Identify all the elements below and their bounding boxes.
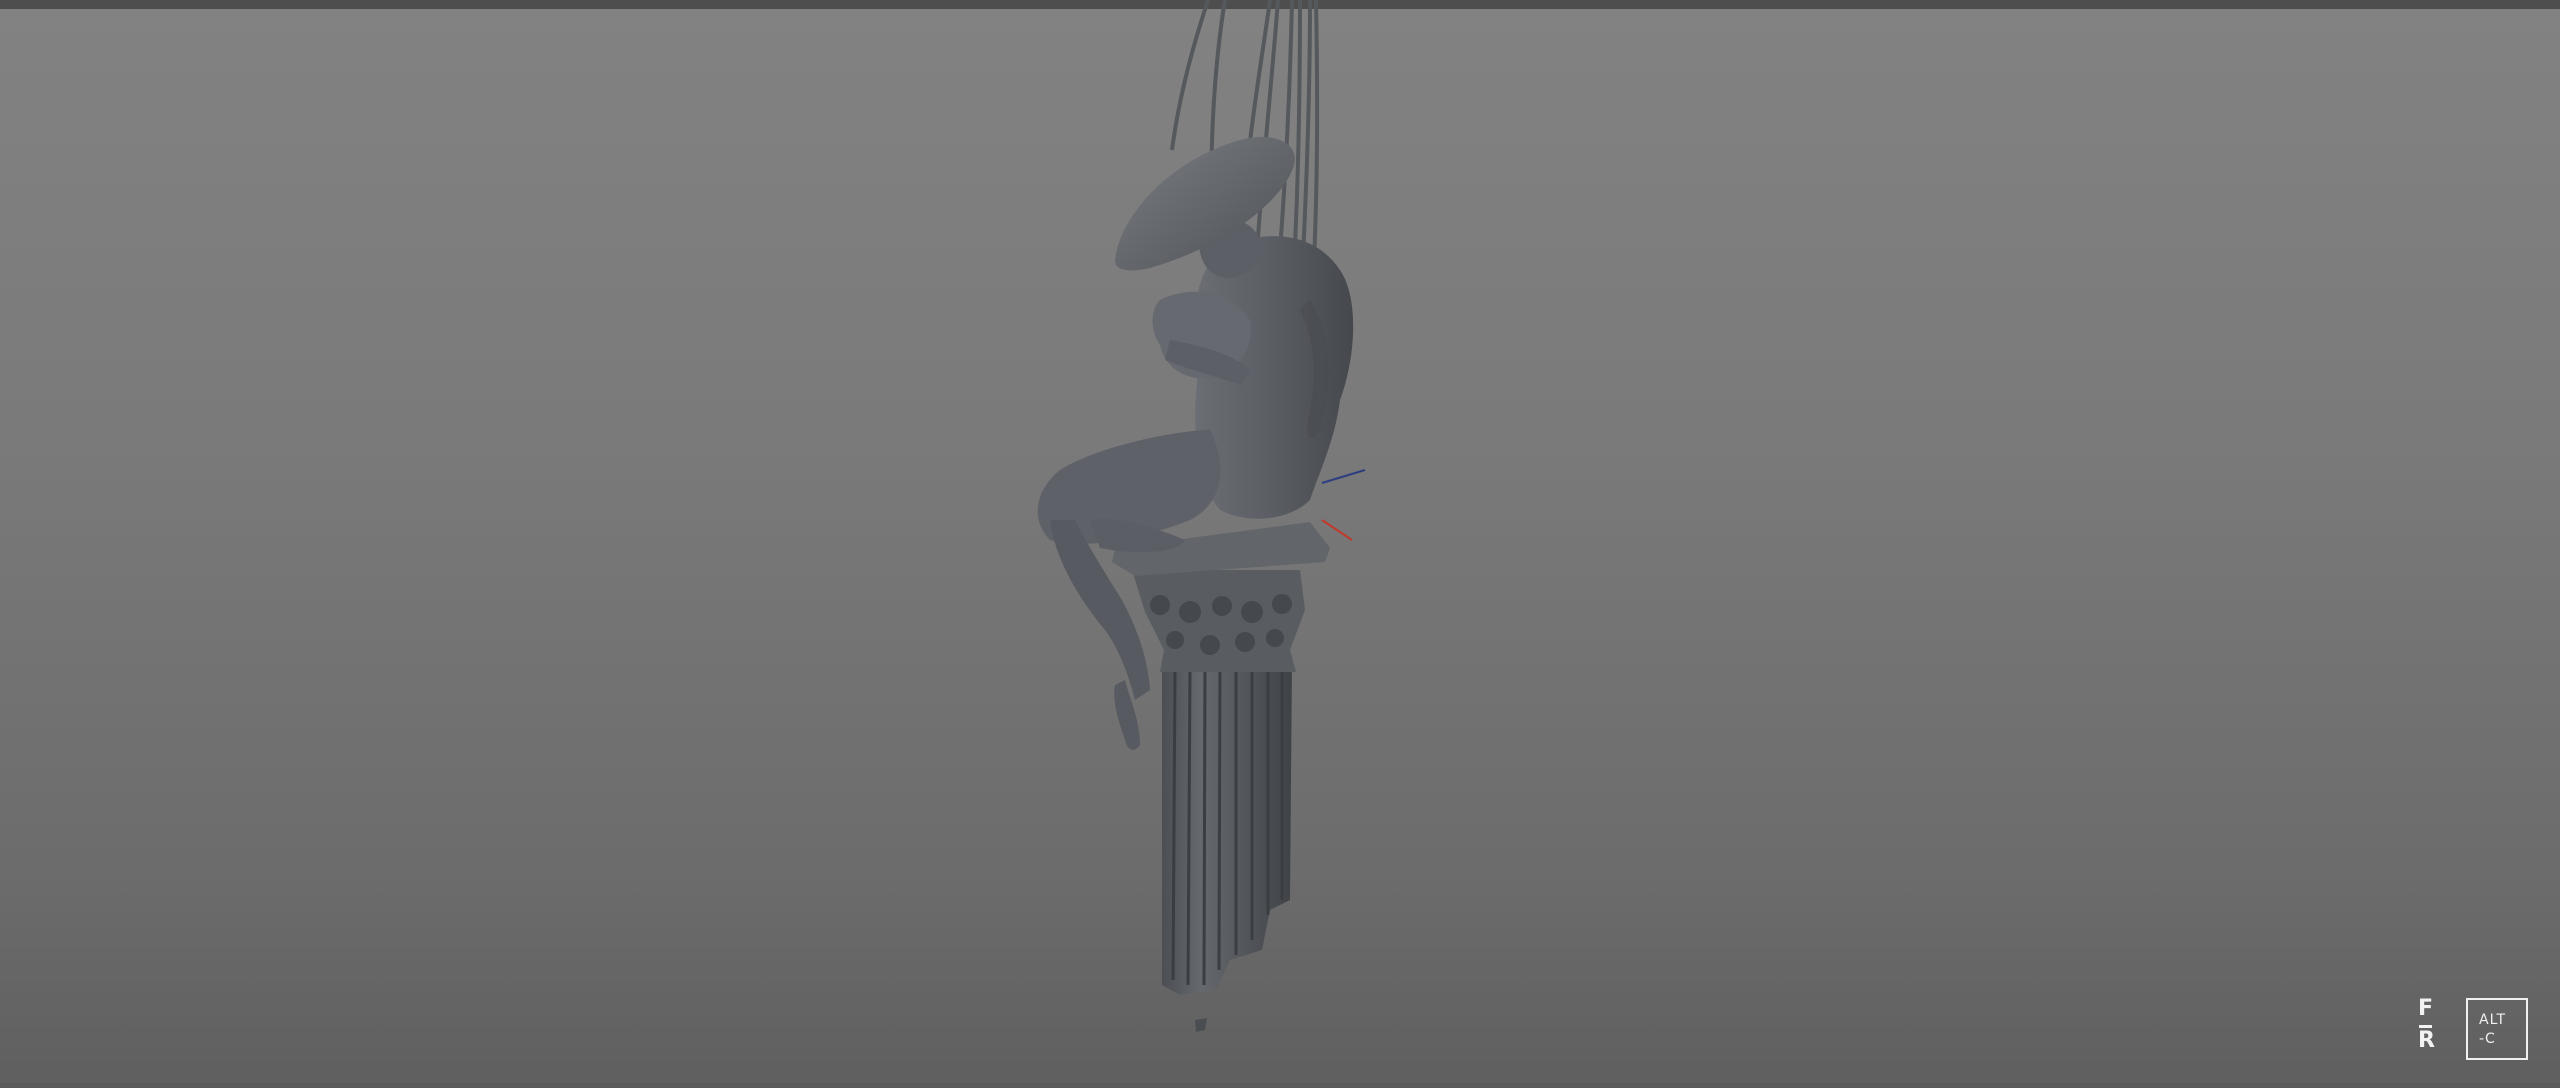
column-capital [1132,570,1305,672]
scene-render [1037,0,1366,1032]
viewport-bottom-bar [0,1083,2560,1088]
fr-logo: F R [2416,998,2438,1060]
axis-gizmo [1321,469,1366,541]
altc-logo: ALT -C [2466,998,2528,1060]
altc-logo-line2: -C [2479,1031,2496,1047]
fr-logo-bottom: R [2418,1028,2435,1053]
axis-y [1321,469,1366,484]
column [1112,522,1330,1032]
column-shaft [1162,660,1292,995]
cable [1170,0,1210,151]
fr-logo-top: F [2418,996,2434,1021]
axis-x [1321,519,1353,541]
3d-viewport[interactable]: F R ALT -C [0,0,2560,1088]
altc-logo-line1: ALT [2479,1012,2507,1028]
